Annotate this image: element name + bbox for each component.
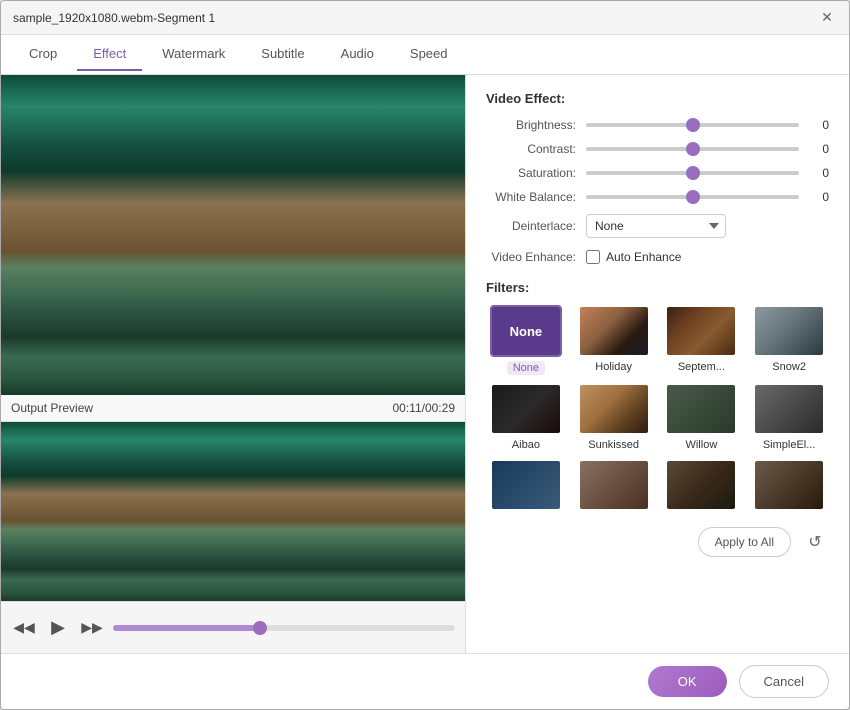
filter-aibao[interactable]: Aibao xyxy=(486,383,566,451)
timestamp-display: 00:11/00:29 xyxy=(392,401,455,415)
brightness-slider[interactable] xyxy=(586,123,799,127)
enhance-row: Video Enhance: Auto Enhance xyxy=(486,250,829,264)
apply-to-all-button[interactable]: Apply to All xyxy=(698,527,791,557)
contrast-label: Contrast: xyxy=(486,142,586,156)
filter-sunkissed[interactable]: Sunkissed xyxy=(574,383,654,451)
filter-row3c-thumb xyxy=(665,459,737,511)
brightness-label: Brightness: xyxy=(486,118,586,132)
right-panel: Video Effect: Brightness: 0 Contrast: 0 … xyxy=(466,75,849,653)
saturation-value: 0 xyxy=(799,166,829,180)
tab-audio[interactable]: Audio xyxy=(325,38,390,71)
filter-snow2[interactable]: Snow2 xyxy=(749,305,829,375)
filter-none-label: None xyxy=(507,361,545,375)
filter-willow-label: Willow xyxy=(685,439,717,451)
filter-sunkissed-label: Sunkissed xyxy=(588,439,639,451)
title-bar: sample_1920x1080.webm-Segment 1 ✕ xyxy=(1,1,849,35)
footer: OK Cancel xyxy=(1,653,849,709)
white-balance-row: White Balance: 0 xyxy=(486,190,829,204)
filter-row3c[interactable] xyxy=(662,459,742,515)
white-balance-label: White Balance: xyxy=(486,190,586,204)
white-balance-value: 0 xyxy=(799,190,829,204)
output-preview xyxy=(1,422,465,601)
enhance-label: Video Enhance: xyxy=(486,250,586,264)
filter-snow2-label: Snow2 xyxy=(772,361,806,373)
filter-willow[interactable]: Willow xyxy=(662,383,742,451)
progress-bar[interactable] xyxy=(113,625,455,631)
contrast-value: 0 xyxy=(799,142,829,156)
filter-simpleel-thumb xyxy=(753,383,825,435)
filter-aibao-label: Aibao xyxy=(512,439,540,451)
cancel-button[interactable]: Cancel xyxy=(739,665,829,698)
output-preview-label: Output Preview xyxy=(11,401,93,415)
tab-crop[interactable]: Crop xyxy=(13,38,73,71)
contrast-row: Contrast: 0 xyxy=(486,142,829,156)
filter-row3b[interactable] xyxy=(574,459,654,515)
filter-row3d[interactable] xyxy=(749,459,829,515)
filter-row3b-thumb xyxy=(578,459,650,511)
filters-title: Filters: xyxy=(486,280,829,295)
contrast-slider[interactable] xyxy=(586,147,799,151)
filter-snow2-thumb xyxy=(753,305,825,357)
filters-grid: None None Holiday xyxy=(486,305,829,515)
forward-button[interactable]: ▶▶ xyxy=(79,615,105,641)
filter-holiday[interactable]: Holiday xyxy=(574,305,654,375)
rewind-button[interactable]: ◀◀ xyxy=(11,615,37,641)
filter-september-label: Septem... xyxy=(678,361,725,373)
deinterlace-select[interactable]: None Blend Bob Discard xyxy=(586,214,726,238)
deinterlace-label: Deinterlace: xyxy=(486,219,586,233)
auto-enhance-label: Auto Enhance xyxy=(606,250,681,264)
main-content: Output Preview 00:11/00:29 ◀◀ ▶ ▶▶ xyxy=(1,75,849,653)
filter-willow-thumb xyxy=(665,383,737,435)
filter-holiday-label: Holiday xyxy=(595,361,632,373)
tab-subtitle[interactable]: Subtitle xyxy=(245,38,320,71)
main-window: sample_1920x1080.webm-Segment 1 ✕ Crop E… xyxy=(0,0,850,710)
saturation-slider[interactable] xyxy=(586,171,799,175)
tab-speed[interactable]: Speed xyxy=(394,38,464,71)
filter-aibao-thumb xyxy=(490,383,562,435)
filter-september[interactable]: Septem... xyxy=(662,305,742,375)
tab-effect[interactable]: Effect xyxy=(77,38,142,71)
close-button[interactable]: ✕ xyxy=(817,8,837,28)
saturation-row: Saturation: 0 xyxy=(486,166,829,180)
tab-watermark[interactable]: Watermark xyxy=(146,38,241,71)
progress-thumb[interactable] xyxy=(253,621,267,635)
filters-section: Filters: None None xyxy=(486,280,829,557)
progress-fill xyxy=(113,625,260,631)
filter-september-thumb xyxy=(665,305,737,357)
filter-simpleel[interactable]: SimpleEl... xyxy=(749,383,829,451)
play-button[interactable]: ▶ xyxy=(45,615,71,641)
playback-controls: ◀◀ ▶ ▶▶ xyxy=(1,601,465,653)
filter-none[interactable]: None None xyxy=(486,305,566,375)
brightness-value: 0 xyxy=(799,118,829,132)
window-title: sample_1920x1080.webm-Segment 1 xyxy=(13,11,215,25)
filter-simpleel-label: SimpleEl... xyxy=(763,439,816,451)
deinterlace-row: Deinterlace: None Blend Bob Discard xyxy=(486,214,829,238)
auto-enhance-checkbox[interactable] xyxy=(586,250,600,264)
white-balance-slider[interactable] xyxy=(586,195,799,199)
filter-row3a-thumb xyxy=(490,459,562,511)
saturation-label: Saturation: xyxy=(486,166,586,180)
filter-none-thumb: None xyxy=(490,305,562,357)
tab-bar: Crop Effect Watermark Subtitle Audio Spe… xyxy=(1,35,849,75)
filter-holiday-thumb xyxy=(578,305,650,357)
filter-sunkissed-thumb xyxy=(578,383,650,435)
video-effect-section: Video Effect: Brightness: 0 Contrast: 0 … xyxy=(486,91,829,264)
input-preview xyxy=(1,75,465,395)
ok-button[interactable]: OK xyxy=(648,666,727,697)
reset-icon: ↺ xyxy=(808,532,821,552)
video-effect-title: Video Effect: xyxy=(486,91,829,106)
brightness-row: Brightness: 0 xyxy=(486,118,829,132)
filter-row3d-thumb xyxy=(753,459,825,511)
left-panel: Output Preview 00:11/00:29 ◀◀ ▶ ▶▶ xyxy=(1,75,466,653)
reset-button[interactable]: ↺ xyxy=(801,528,829,556)
filter-actions: Apply to All ↺ xyxy=(486,527,829,557)
output-bar: Output Preview 00:11/00:29 xyxy=(1,395,465,422)
filter-row3a[interactable] xyxy=(486,459,566,515)
